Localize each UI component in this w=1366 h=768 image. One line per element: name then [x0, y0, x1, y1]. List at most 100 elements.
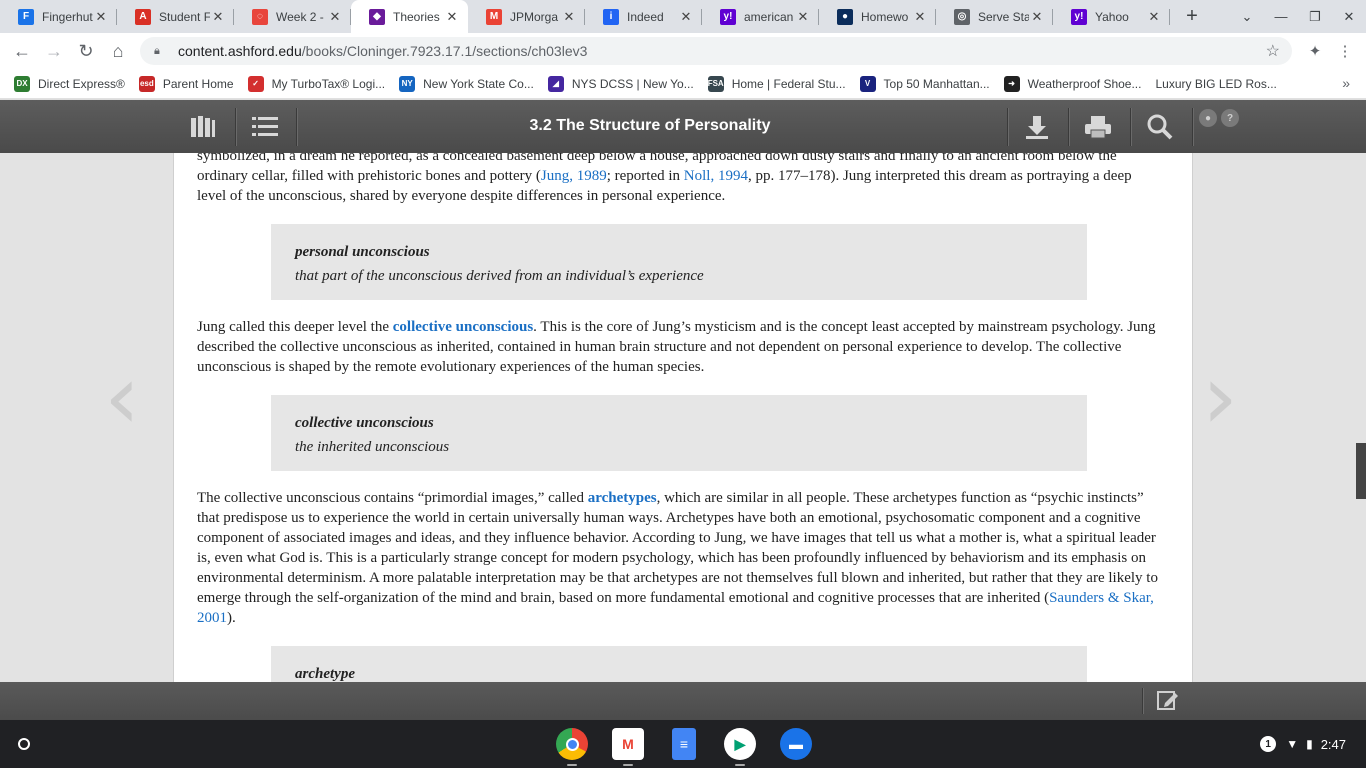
term-collective-unconscious[interactable]: collective unconscious	[393, 319, 533, 335]
term-archetypes[interactable]: archetypes	[588, 490, 657, 506]
scrollbar-thumb[interactable]	[1356, 443, 1366, 499]
launcher-icon[interactable]	[10, 730, 38, 758]
browser-tab[interactable]: ◌ Week 2 - I ✕	[234, 0, 351, 33]
bookmark-item[interactable]: ✓ My TurboTax® Logi...	[247, 75, 386, 92]
tab-favicon-icon: ◌	[252, 8, 268, 25]
tab-close-icon[interactable]: ✕	[210, 9, 226, 25]
browser-tab[interactable]: y! american ✕	[702, 0, 819, 33]
bookmark-item[interactable]: FSA Home | Federal Stu...	[707, 75, 846, 92]
reader-footer	[0, 682, 1366, 720]
tab-close-icon[interactable]: ✕	[1029, 9, 1045, 25]
tab-favicon-icon: ◆	[369, 8, 385, 25]
browser-tab[interactable]: ◎ Serve Sta ✕	[936, 0, 1053, 33]
tab-close-icon[interactable]: ✕	[93, 9, 109, 25]
tab-title: Theories	[393, 9, 440, 24]
browser-tab[interactable]: A Student F ✕	[117, 0, 234, 33]
bookmark-item[interactable]: esd Parent Home	[138, 75, 234, 92]
bookmark-item[interactable]: ➜ Weatherproof Shoe...	[1003, 75, 1141, 92]
previous-page-arrow-icon[interactable]: ‹	[104, 353, 140, 443]
tab-favicon-icon: F	[18, 8, 34, 25]
tab-title: Indeed	[627, 9, 664, 24]
browser-tab[interactable]: ● Homewo ✕	[819, 0, 936, 33]
definition-term: collective unconscious	[295, 415, 434, 431]
new-tab-button[interactable]: +	[1178, 5, 1206, 28]
tab-close-icon[interactable]: ✕	[561, 9, 577, 25]
lock-icon[interactable]: 🔒︎	[154, 45, 168, 58]
download-icon[interactable]	[1013, 100, 1061, 153]
browser-tab[interactable]: F Fingerhut ✕	[0, 0, 117, 33]
running-indicator	[567, 764, 577, 766]
browser-tab[interactable]: M JPMorga ✕	[468, 0, 585, 33]
bookmark-item[interactable]: DX Direct Express®	[14, 75, 125, 92]
search-icon[interactable]	[1136, 100, 1184, 153]
clock-time: 2:47	[1320, 736, 1346, 752]
definition-term: personal unconscious	[295, 244, 430, 260]
bookmark-label: My TurboTax® Logi...	[271, 76, 386, 91]
citation-noll-1994[interactable]: Noll, 1994	[684, 168, 748, 184]
table-of-contents-icon[interactable]	[240, 100, 290, 153]
address-bar[interactable]: 🔒︎ content.ashford.edu/books/Cloninger.7…	[140, 37, 1292, 65]
next-page-arrow-icon[interactable]: ›	[1202, 353, 1238, 443]
definition-term: archetype	[295, 666, 355, 682]
restore-icon[interactable]: ❐	[1298, 9, 1332, 25]
url-path: /books/Cloninger.7923.17.1/sections/ch03…	[301, 43, 588, 59]
tab-close-icon[interactable]: ✕	[327, 9, 343, 25]
header-divider	[1007, 108, 1008, 146]
library-icon[interactable]	[178, 100, 228, 153]
tab-close-icon[interactable]: ✕	[912, 9, 928, 25]
print-icon[interactable]	[1074, 100, 1122, 153]
bookmark-item[interactable]: NY New York State Co...	[399, 75, 534, 92]
screen: F Fingerhut ✕ A Student F ✕ ◌ Week 2 - I ✕ ◆ Theor…	[0, 0, 1366, 768]
bookmarks-bar: DX Direct Express® esd Parent Home ✓ My Turbo…	[0, 69, 1366, 99]
browser-toolbar: ← → ↻ ⌂ 🔒︎ content.ashford.edu/books/Clo…	[0, 33, 1366, 69]
tab-title: Homewo	[861, 9, 909, 24]
play-store-app-icon[interactable]: ▶	[724, 728, 756, 760]
account-icon[interactable]: ●	[1199, 109, 1217, 127]
header-divider	[1192, 108, 1193, 146]
bookmark-favicon-icon: ➜	[1003, 75, 1020, 92]
notes-edit-icon[interactable]	[1156, 689, 1180, 717]
minimize-icon[interactable]: —	[1264, 9, 1298, 24]
tab-title: Yahoo	[1095, 9, 1129, 24]
chrome-app-icon[interactable]	[556, 728, 588, 760]
bookmark-item[interactable]: ◢ NYS DCSS | New Yo...	[547, 75, 694, 92]
bookmark-favicon-icon: V	[859, 75, 876, 92]
tab-close-icon[interactable]: ✕	[444, 9, 460, 25]
bookmark-item[interactable]: V Top 50 Manhattan...	[859, 75, 990, 92]
header-divider	[1130, 108, 1131, 146]
paragraph-dream: symbolized, in a dream he reported, as a…	[197, 153, 1162, 206]
bookmark-item[interactable]: Luxury BIG LED Ros...	[1155, 76, 1276, 92]
footer-divider	[1142, 688, 1143, 714]
status-tray[interactable]: 1 ▼ ▮ 2:47	[1252, 730, 1354, 758]
bookmark-favicon-icon: ✓	[247, 75, 264, 92]
book-content: symbolized, in a dream he reported, as a…	[197, 153, 1162, 682]
browser-tab[interactable]: i Indeed ✕	[585, 0, 702, 33]
tab-title: Student F	[159, 9, 210, 24]
tab-title: Serve Sta	[978, 9, 1029, 24]
toolbar-actions: ✦ ⋮	[1300, 33, 1360, 69]
paragraph-text: , which are similar in all people. These…	[197, 490, 1158, 606]
tab-search-icon[interactable]: ⌄	[1230, 9, 1264, 25]
menu-kebab-icon[interactable]: ⋮	[1330, 42, 1360, 60]
header-divider	[296, 108, 297, 146]
extensions-icon[interactable]: ✦	[1300, 42, 1330, 60]
tab-close-icon[interactable]: ✕	[678, 9, 694, 25]
citation-jung-1989[interactable]: Jung, 1989	[541, 168, 607, 184]
docs-app-icon[interactable]: ≡	[672, 728, 696, 760]
forward-arrow-icon[interactable]: →	[38, 41, 70, 62]
bookmarks-overflow-button[interactable]: »	[1342, 75, 1350, 91]
home-icon[interactable]: ⌂	[102, 41, 134, 62]
tab-favicon-icon: M	[486, 8, 502, 25]
reload-icon[interactable]: ↻	[70, 41, 102, 62]
close-window-icon[interactable]: ✕	[1332, 9, 1366, 25]
gmail-app-icon[interactable]: M	[612, 728, 644, 760]
help-icon[interactable]: ?	[1221, 109, 1239, 127]
tab-close-icon[interactable]: ✕	[795, 9, 811, 25]
browser-tab[interactable]: ◆ Theories ✕	[351, 0, 468, 33]
back-arrow-icon[interactable]: ←	[6, 41, 38, 62]
messages-app-icon[interactable]: ▬	[780, 728, 812, 760]
tab-list: F Fingerhut ✕ A Student F ✕ ◌ Week 2 - I ✕ ◆ Theor…	[0, 0, 1170, 33]
tab-close-icon[interactable]: ✕	[1146, 9, 1162, 25]
browser-tab[interactable]: y! Yahoo ✕	[1053, 0, 1170, 33]
bookmark-star-icon[interactable]: ☆	[1266, 41, 1280, 61]
